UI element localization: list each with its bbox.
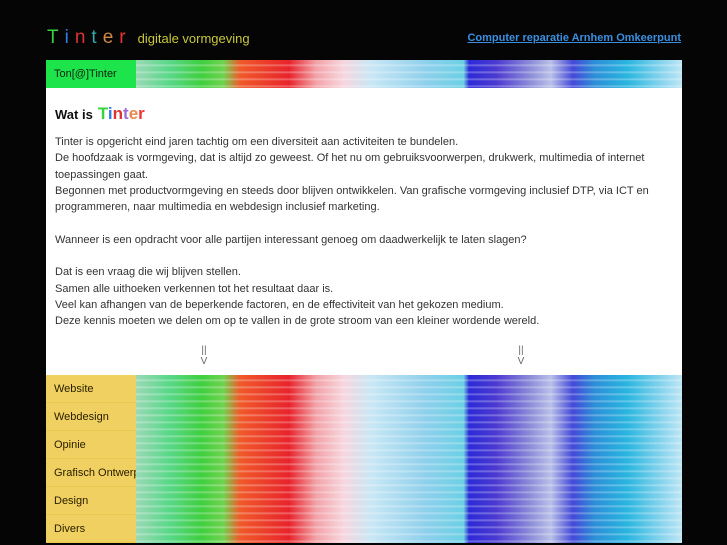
logo-letter: T xyxy=(47,27,62,48)
logo-wordmark: Tinter xyxy=(47,27,132,49)
body-text-line: Tinter is opgericht eind jaren tachtig o… xyxy=(55,136,459,148)
body-text-line: Wanneer is een opdracht voor alle partij… xyxy=(55,233,527,246)
body-text-line xyxy=(55,215,673,231)
nav-item-label[interactable]: Opinie xyxy=(46,431,136,459)
brand-letter: T xyxy=(97,104,108,123)
nav-item-label[interactable]: Webdesign xyxy=(46,403,136,431)
main-content: Wat is Tinter Tinter is opgericht eind j… xyxy=(46,88,682,375)
logo-letter: e xyxy=(102,27,117,48)
nav-item-opinie[interactable]: Opinie xyxy=(46,431,682,459)
body-text-line: Samen alle uithoeken verkennen tot het r… xyxy=(55,282,334,295)
nav-item-divers[interactable]: Divers xyxy=(46,515,682,543)
arrow-shaft: || xyxy=(518,345,524,356)
body-text-line: Deze kennis moeten we delen om op te val… xyxy=(55,315,540,328)
nav-item-website[interactable]: Website xyxy=(46,375,682,403)
arrow-head: V xyxy=(517,356,525,367)
body-text-line xyxy=(55,248,673,264)
site-tagline: digitale vormgeving xyxy=(137,31,250,46)
down-arrow-icon: || V xyxy=(515,345,527,367)
page-title-prefix: Wat is xyxy=(55,107,93,122)
logo-letter: n xyxy=(74,27,89,48)
brand-letter: e xyxy=(128,104,139,123)
nav-item-webdesign[interactable]: Webdesign xyxy=(46,403,682,431)
brand-letter: n xyxy=(112,104,124,123)
nav-stripe-decoration xyxy=(136,487,682,515)
nav-stripe-decoration xyxy=(136,403,682,431)
site-logo[interactable]: Tinter digitale vormgeving xyxy=(47,27,250,49)
nav-item-label[interactable]: Grafisch Ontwerp xyxy=(46,459,140,487)
main-navigation: Website Webdesign Opinie Grafisch Ontwer… xyxy=(46,375,682,543)
logo-letter: i xyxy=(64,27,72,48)
nav-item-grafisch-ontwerp[interactable]: Grafisch Ontwerp xyxy=(46,459,682,487)
nav-item-design[interactable]: Design xyxy=(46,487,682,515)
nav-item-label[interactable]: Design xyxy=(46,487,136,515)
nav-item-label[interactable]: Website xyxy=(46,375,136,403)
nav-stripe-decoration xyxy=(136,375,682,403)
header-bar: Ton[@]Tinter xyxy=(46,60,682,88)
nav-stripe-decoration xyxy=(136,515,682,543)
top-link-computer-reparatie[interactable]: Computer reparatie Arnhem Omkeerpunt xyxy=(467,32,681,44)
logo-letter: r xyxy=(119,27,129,48)
body-text-line: De hoofdzaak is vormgeving, dat is altij… xyxy=(55,152,645,181)
logo-letter: t xyxy=(91,27,100,48)
body-text-line: Begonnen met productvormgeving en steeds… xyxy=(55,184,649,214)
nav-stripe-decoration xyxy=(136,459,682,487)
body-text-line: Dat is een vraag die wij blijven stellen… xyxy=(55,266,241,279)
nav-item-label[interactable]: Divers xyxy=(46,515,136,543)
page-title-brand: Tinter xyxy=(98,104,145,124)
arrow-head: V xyxy=(200,356,208,367)
header-stripe-decoration xyxy=(136,60,682,88)
brand-letter: r xyxy=(138,104,145,123)
content-body: Tinter is opgericht eind jaren tachtig o… xyxy=(55,134,673,330)
arrow-shaft: || xyxy=(201,345,207,356)
page-title: Wat is Tinter xyxy=(55,104,673,124)
header-contact-label: Ton[@]Tinter xyxy=(46,60,136,88)
down-arrow-icon: || V xyxy=(198,345,210,367)
nav-stripe-decoration xyxy=(136,431,682,459)
body-text-line: Veel kan afhangen van de beperkende fact… xyxy=(55,298,504,311)
